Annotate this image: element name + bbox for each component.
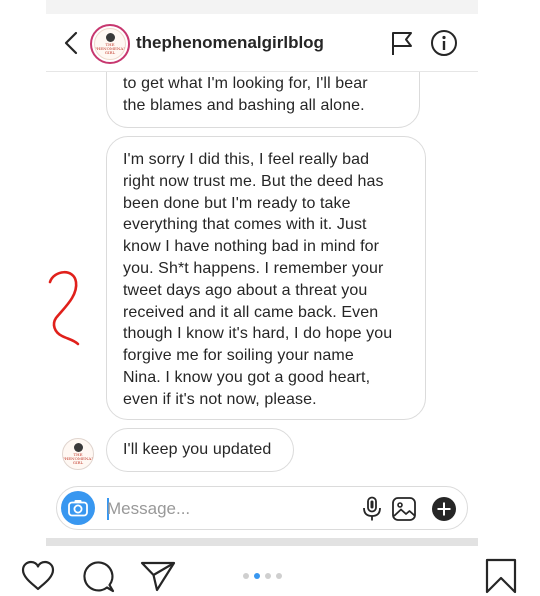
message-input[interactable]	[107, 497, 327, 521]
info-icon	[431, 30, 457, 56]
avatar-logo: THE PHENOMENAL GIRL	[94, 28, 126, 60]
message-text: I'll keep you updated	[123, 441, 272, 458]
avatar-figure	[105, 33, 115, 42]
screen-bottom-edge	[46, 538, 478, 546]
comment-button[interactable]	[82, 560, 116, 594]
message-thread: to get what I'm looking for, I'll bear t…	[46, 72, 478, 482]
comment-icon	[83, 561, 115, 593]
message-text: to get what I'm looking for, I'll bear t…	[123, 75, 368, 114]
chevron-left-icon	[64, 31, 78, 55]
back-button[interactable]	[60, 30, 82, 56]
message-text: I'm sorry I did this, I feel really bad …	[123, 151, 393, 408]
post-action-bar	[0, 548, 540, 596]
message-bubble: I'm sorry I did this, I feel really bad …	[106, 136, 426, 420]
gallery-button[interactable]	[391, 496, 417, 522]
message-bubble: I'll keep you updated	[106, 428, 294, 472]
report-button[interactable]	[390, 30, 414, 56]
status-bar	[46, 0, 478, 14]
more-button[interactable]	[431, 496, 457, 522]
microphone-icon	[363, 496, 381, 521]
heart-icon	[21, 560, 55, 591]
chat-username[interactable]: thephenomenalgirlblog	[136, 33, 324, 53]
header-avatar[interactable]: THE PHENOMENAL GIRL	[90, 24, 130, 64]
carousel-dot	[265, 573, 271, 579]
bookmark-icon	[485, 558, 517, 594]
carousel-dot	[276, 573, 282, 579]
save-button[interactable]	[484, 558, 518, 594]
avatar-logo-text: THE PHENOMENAL GIRL	[94, 42, 126, 55]
handwritten-scribble	[48, 270, 80, 346]
avatar-logo-text: THE PHENOMENAL GIRL	[62, 452, 94, 465]
carousel-dot-active	[254, 573, 260, 579]
image-icon	[392, 497, 416, 521]
info-button[interactable]	[430, 29, 458, 57]
carousel-dot	[243, 573, 249, 579]
camera-icon	[68, 500, 88, 517]
share-button[interactable]	[140, 560, 176, 592]
paper-plane-icon	[140, 561, 176, 592]
avatar-figure	[73, 443, 83, 452]
message-bubble: to get what I'm looking for, I'll bear t…	[106, 72, 420, 128]
sender-avatar[interactable]: THE PHENOMENAL GIRL	[62, 438, 94, 470]
camera-button[interactable]	[61, 491, 95, 525]
like-button[interactable]	[20, 560, 56, 592]
chat-header: THE PHENOMENAL GIRL thephenomenalgirlblo…	[46, 14, 478, 72]
plus-icon	[432, 497, 456, 521]
message-composer	[56, 486, 468, 530]
dm-screen: THE PHENOMENAL GIRL thephenomenalgirlblo…	[46, 0, 478, 548]
voice-message-button[interactable]	[361, 496, 383, 522]
carousel-indicator	[243, 573, 282, 579]
flag-icon	[392, 32, 412, 55]
